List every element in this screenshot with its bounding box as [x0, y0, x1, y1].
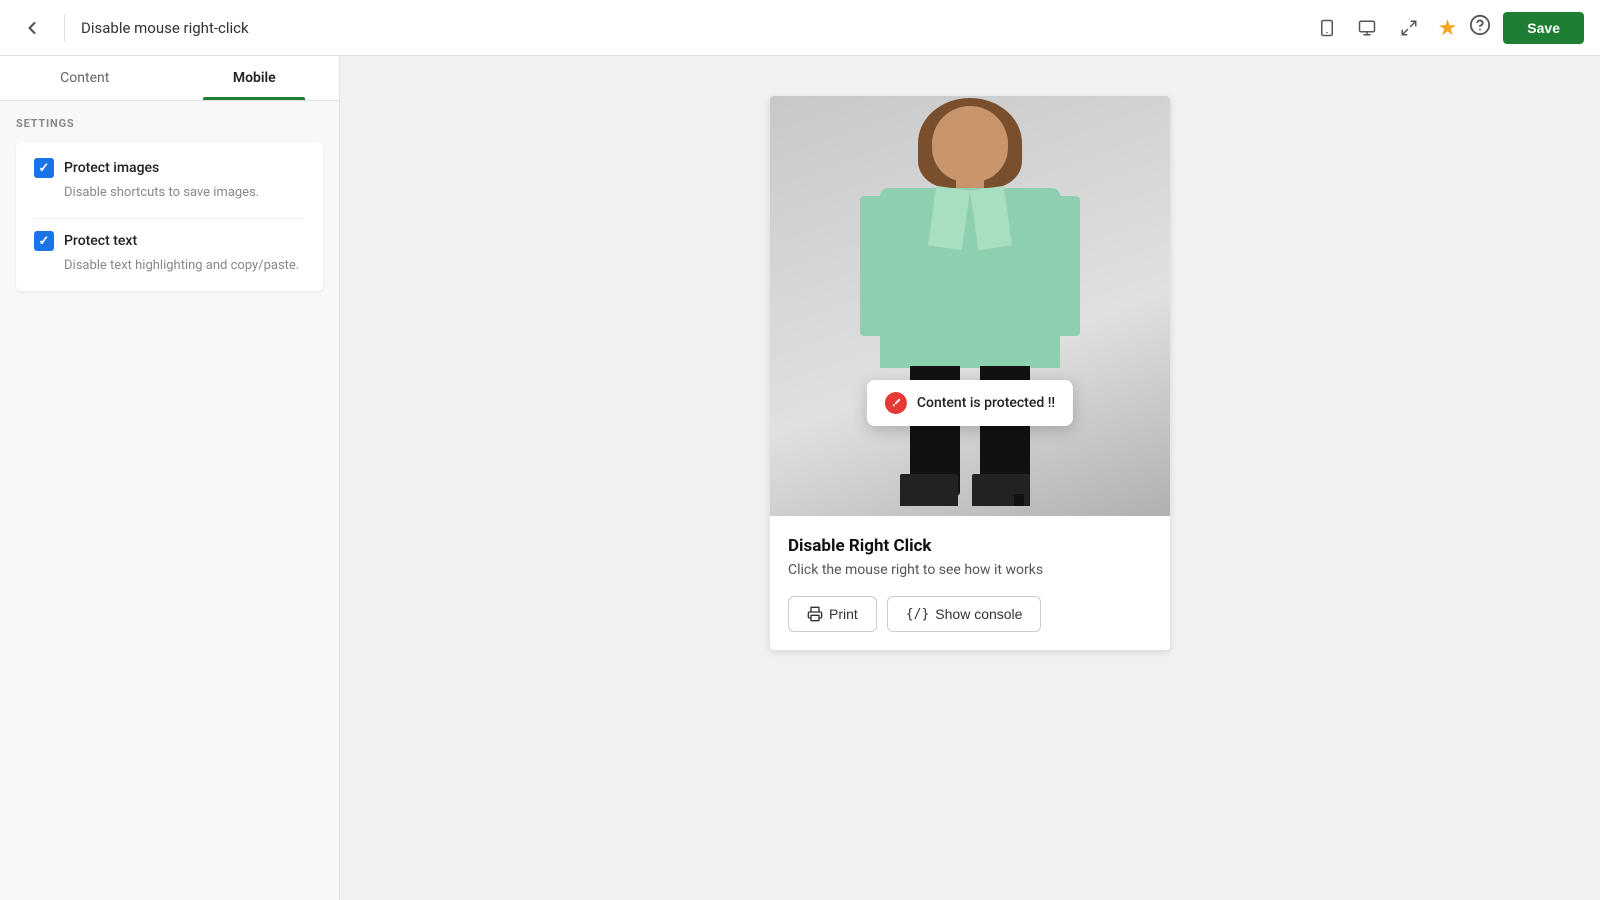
figure-coat [880, 188, 1060, 368]
settings-card: ✓ Protect images Disable shortcuts to sa… [16, 142, 323, 291]
checkmark-icon: ✓ [39, 234, 50, 249]
tab-mobile[interactable]: Mobile [170, 56, 340, 100]
protect-images-desc: Disable shortcuts to save images. [64, 184, 305, 202]
header-actions: ★ Save [1438, 12, 1584, 44]
responsive-view-button[interactable] [1392, 13, 1426, 43]
settings-label: SETTINGS [16, 117, 323, 130]
page-title: Disable mouse right-click [81, 19, 1300, 37]
app-header: Disable mouse right-click ★ [0, 0, 1600, 56]
help-button[interactable] [1469, 14, 1491, 42]
left-panel: Content Mobile SETTINGS ✓ Protect images… [0, 56, 340, 900]
preview-actions: Print {/} Show console [788, 596, 1152, 632]
console-icon: {/} [906, 607, 929, 622]
preview-card: ! Content is protected !! Disable Right … [770, 96, 1170, 650]
figure-heel-right [1014, 494, 1024, 506]
warning-icon: ! [880, 387, 911, 418]
toast-message: Content is protected !! [917, 395, 1055, 411]
print-label: Print [829, 606, 858, 622]
console-button[interactable]: {/} Show console [887, 596, 1042, 632]
back-button[interactable] [16, 12, 48, 44]
protect-images-checkbox[interactable]: ✓ [34, 158, 54, 178]
content-protected-toast: ! Content is protected !! [867, 380, 1073, 426]
figure-head [932, 106, 1008, 182]
figure-boot-left [900, 474, 958, 506]
protect-text-item: ✓ Protect text Disable text highlighting… [34, 231, 305, 275]
protect-images-label: Protect images [64, 160, 159, 176]
header-divider [64, 14, 65, 42]
right-preview: ! Content is protected !! Disable Right … [340, 56, 1600, 900]
star-button[interactable]: ★ [1438, 15, 1458, 41]
mobile-view-button[interactable] [1312, 12, 1342, 44]
console-label: Show console [935, 606, 1022, 622]
tab-content[interactable]: Content [0, 56, 170, 100]
preview-subtext: Click the mouse right to see how it work… [788, 562, 1152, 578]
print-button[interactable]: Print [788, 596, 877, 632]
fashion-background [770, 96, 1170, 516]
settings-divider [34, 218, 305, 219]
protect-text-desc: Disable text highlighting and copy/paste… [64, 257, 305, 275]
settings-section: SETTINGS ✓ Protect images Disable shortc… [0, 101, 339, 307]
preview-heading: Disable Right Click [788, 536, 1152, 556]
protect-text-header: ✓ Protect text [34, 231, 305, 251]
protect-text-label: Protect text [64, 233, 137, 249]
desktop-view-button[interactable] [1350, 13, 1384, 43]
print-icon [807, 606, 823, 622]
main-layout: Content Mobile SETTINGS ✓ Protect images… [0, 56, 1600, 900]
preview-image: ! Content is protected !! [770, 96, 1170, 516]
device-switcher [1312, 12, 1426, 44]
protect-text-checkbox[interactable]: ✓ [34, 231, 54, 251]
protect-images-item: ✓ Protect images Disable shortcuts to sa… [34, 158, 305, 202]
preview-content-area: Disable Right Click Click the mouse righ… [770, 516, 1170, 650]
model-figure [860, 106, 1080, 506]
tabs-bar: Content Mobile [0, 56, 339, 101]
save-button[interactable]: Save [1503, 12, 1584, 44]
protect-images-header: ✓ Protect images [34, 158, 305, 178]
checkmark-icon: ✓ [39, 161, 50, 176]
